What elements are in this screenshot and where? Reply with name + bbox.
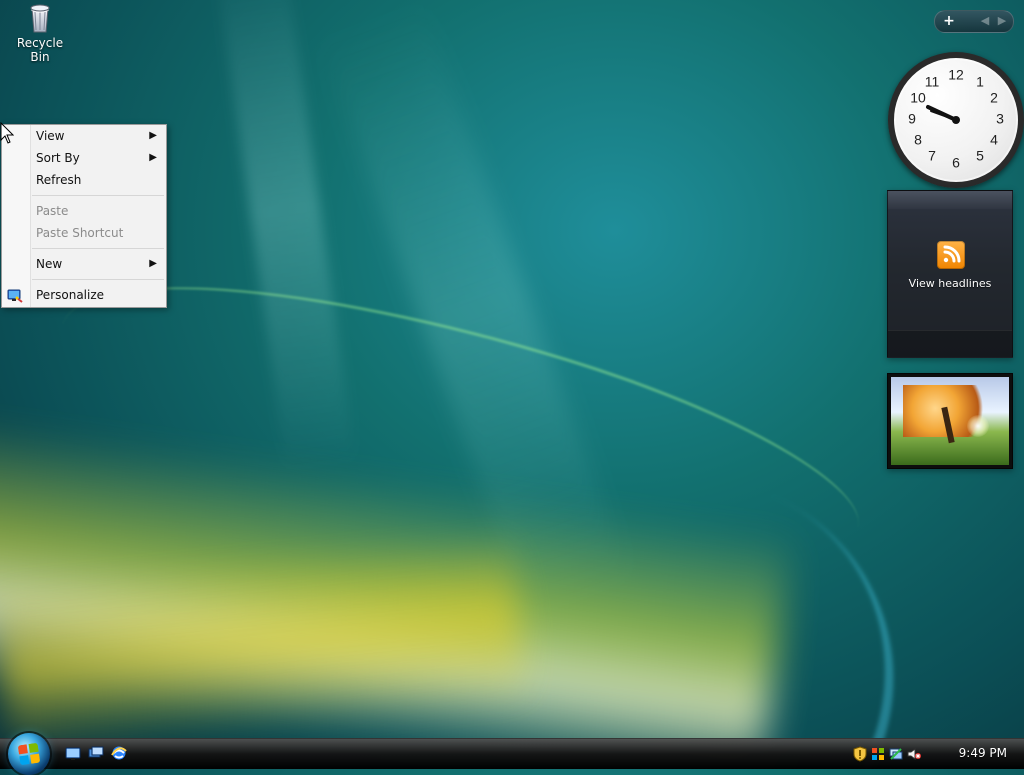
menu-separator xyxy=(32,195,164,196)
menu-item-label: Refresh xyxy=(36,173,82,187)
menu-item-label: Paste Shortcut xyxy=(36,226,124,240)
context-menu-item-paste[interactable]: Paste xyxy=(2,200,166,222)
sun-glow xyxy=(967,415,989,437)
clock-number-9: 9 xyxy=(908,111,916,127)
slideshow-image xyxy=(891,377,1009,465)
desktop-wallpaper xyxy=(0,0,1024,768)
windows-logo-icon xyxy=(17,742,41,766)
switch-windows-icon xyxy=(88,746,104,758)
quick-launch-switch-windows[interactable] xyxy=(87,744,105,762)
context-menu-item-new[interactable]: New ▶ xyxy=(2,253,166,275)
quick-launch-show-desktop[interactable] xyxy=(64,744,82,762)
quick-launch-internet-explorer[interactable] xyxy=(110,744,128,762)
context-menu-item-personalize[interactable]: Personalize xyxy=(2,284,166,306)
clock-gadget[interactable]: 12 1 2 3 4 5 6 7 8 9 10 11 xyxy=(888,52,1024,188)
volume-muted-icon[interactable] xyxy=(906,746,922,762)
menu-separator xyxy=(32,279,164,280)
gadget-top-bar xyxy=(888,191,1012,209)
menu-item-label: New xyxy=(36,257,63,271)
menu-separator xyxy=(32,248,164,249)
submenu-arrow-icon: ▶ xyxy=(149,152,157,163)
taskbar-clock[interactable]: 9:49 PM xyxy=(959,746,1007,760)
windows-update-icon[interactable] xyxy=(870,746,886,762)
start-button[interactable] xyxy=(8,733,50,775)
submenu-arrow-icon: ▶ xyxy=(149,130,157,141)
context-menu-item-sort-by[interactable]: Sort By ▶ xyxy=(2,147,166,169)
show-desktop-icon xyxy=(65,747,81,760)
menu-item-label: Paste xyxy=(36,204,69,218)
personalize-icon xyxy=(7,288,23,303)
clock-number-8: 8 xyxy=(914,132,922,148)
context-menu-item-refresh[interactable]: Refresh xyxy=(2,169,166,191)
rss-feed-icon xyxy=(937,241,965,269)
security-shield-icon[interactable] xyxy=(852,746,868,762)
menu-item-label: View xyxy=(36,129,65,143)
clock-number-11: 11 xyxy=(925,74,940,90)
gadget-bottom-bar xyxy=(888,330,1012,357)
clock-number-1: 1 xyxy=(976,74,984,90)
clock-number-2: 2 xyxy=(990,90,998,106)
clock-number-7: 7 xyxy=(928,148,936,164)
add-gadget-button[interactable]: + xyxy=(937,13,961,29)
sidebar-controls: + ◀ ▶ xyxy=(934,10,1014,33)
system-tray: 9:49 PM xyxy=(834,739,1024,769)
desktop-icon-label: Recycle Bin xyxy=(16,36,64,64)
clock-number-5: 5 xyxy=(976,148,984,164)
context-menu-item-view[interactable]: View ▶ xyxy=(2,125,166,147)
clock-number-3: 3 xyxy=(996,111,1004,127)
menu-item-label: Sort By xyxy=(36,151,80,165)
desktop-icon-recycle-bin[interactable]: Recycle Bin xyxy=(6,2,74,64)
photo-slideshow-gadget[interactable] xyxy=(887,373,1013,469)
desktop-context-menu: View ▶ Sort By ▶ Refresh Paste Paste Sho… xyxy=(1,124,167,308)
clock-number-6: 6 xyxy=(952,155,960,171)
rss-headlines-gadget[interactable]: View headlines xyxy=(887,190,1013,358)
internet-explorer-icon xyxy=(111,746,127,760)
context-menu-item-paste-shortcut[interactable]: Paste Shortcut xyxy=(2,222,166,244)
taskbar: 9:49 PM xyxy=(0,733,1024,775)
recycle-bin-icon xyxy=(23,2,57,34)
network-icon[interactable] xyxy=(888,746,904,762)
clock-center xyxy=(952,116,960,124)
clock-number-10: 10 xyxy=(910,90,926,106)
view-headlines-label: View headlines xyxy=(908,277,992,290)
menu-item-label: Personalize xyxy=(36,288,105,302)
submenu-arrow-icon: ▶ xyxy=(149,258,157,269)
clock-number-12: 12 xyxy=(948,67,964,83)
clock-number-4: 4 xyxy=(990,132,998,148)
next-gadget-page-button[interactable]: ▶ xyxy=(990,13,1014,29)
mouse-cursor xyxy=(0,122,14,144)
